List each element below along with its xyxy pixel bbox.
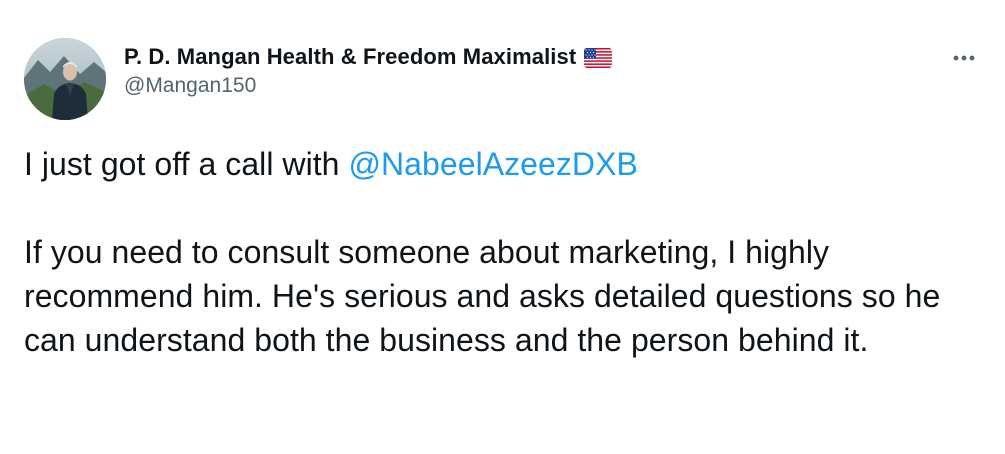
tweet-paragraph-2: If you need to consult someone about mar… [24, 234, 941, 358]
avatar-image [24, 38, 106, 120]
display-name-row: P. D. Mangan Health & Freedom Maximalist [124, 44, 613, 70]
us-flag-icon [584, 48, 613, 68]
author-handle[interactable]: @Mangan150 [124, 74, 612, 98]
more-horizontal-icon [953, 55, 975, 61]
tweet-card: P. D. Mangan Health & Freedom Maximalist [0, 0, 1005, 454]
tweet-text-prefix: I just got off a call with [24, 146, 349, 182]
author-display-name[interactable]: P. D. Mangan Health & Freedom Maximalist [124, 44, 576, 70]
tweet-paragraph-1: I just got off a call with @NabeelAzeezD… [24, 142, 984, 186]
tweet-header: P. D. Mangan Health & Freedom Maximalist [24, 34, 984, 120]
avatar[interactable] [24, 38, 106, 120]
tweet-text: I just got off a call with @NabeelAzeezD… [24, 142, 984, 362]
more-options-button[interactable] [944, 44, 984, 72]
author-names: P. D. Mangan Health & Freedom Maximalist [124, 44, 613, 98]
mention-link[interactable]: @NabeelAzeezDXB [348, 146, 637, 182]
